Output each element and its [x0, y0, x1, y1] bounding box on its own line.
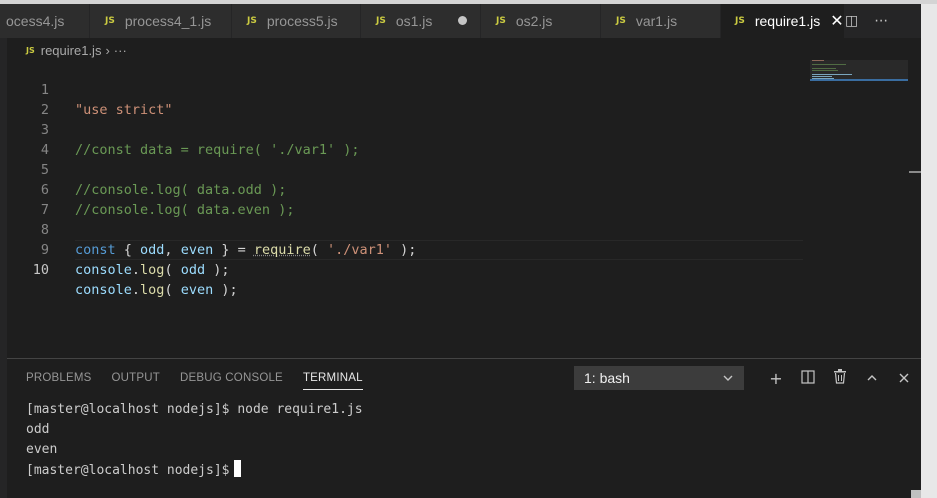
token-function: log	[140, 262, 165, 278]
terminal-line: odd	[26, 422, 50, 437]
code-line-2[interactable]: 2	[7, 80, 807, 118]
panel-tabs: PROBLEMS OUTPUT DEBUG CONSOLE TERMINAL	[26, 368, 363, 390]
tab-os1[interactable]: JS os1.js	[361, 4, 481, 38]
token-punct: .	[131, 282, 141, 298]
tab-terminal[interactable]: TERMINAL	[302, 368, 363, 390]
javascript-file-icon: JS	[26, 45, 35, 55]
breadcrumb-file[interactable]: require1.js	[41, 43, 102, 58]
unsaved-dot-icon[interactable]	[458, 16, 467, 25]
code-line-6[interactable]: 6 //console.log( data.even );	[7, 160, 807, 218]
minimap-viewport-edge	[810, 79, 908, 81]
editor-actions: ◫ ⋯	[845, 4, 888, 38]
window-corner	[911, 490, 921, 498]
tab-process5[interactable]: JS process5.js	[232, 4, 361, 38]
tab-label: process5.js	[266, 13, 338, 29]
tab-label: var1.js	[635, 13, 678, 29]
code-text: console.log( even );	[75, 280, 238, 300]
minimap-line	[812, 60, 824, 61]
terminal-prompt-line: [master@localhost nodejs]$	[26, 460, 363, 480]
terminal-cursor	[233, 460, 241, 477]
code-line-4[interactable]: 4	[7, 120, 807, 158]
window-right-edge	[921, 4, 937, 498]
token-object: console	[75, 282, 132, 298]
tab-label: process4_1.js	[124, 13, 212, 29]
tab-debug-console[interactable]: DEBUG CONSOLE	[180, 368, 283, 390]
more-actions-icon[interactable]: ⋯	[874, 13, 888, 29]
close-panel-icon[interactable]	[888, 369, 920, 388]
terminal-prompt: [master@localhost nodejs]$	[26, 463, 230, 478]
code-line-5[interactable]: 5 //console.log( data.odd );	[7, 140, 807, 198]
tab-os2[interactable]: JS os2.js	[481, 4, 601, 38]
tab-process4-1[interactable]: JS process4_1.js	[90, 4, 232, 38]
terminal-line: [master@localhost nodejs]$ node require1…	[26, 402, 363, 417]
terminal-select-value: 1: bash	[584, 370, 630, 386]
breadcrumb-symbols[interactable]: ···	[114, 43, 127, 58]
token-punct: );	[213, 282, 238, 298]
code-line-10[interactable]: 10 console.log( even );	[7, 240, 807, 298]
editor-tab-bar: ocess4.js JS process4_1.js JS process5.j…	[0, 4, 921, 38]
panel-sash[interactable]	[7, 358, 921, 359]
token-punct: );	[205, 262, 230, 278]
panel-actions: +	[760, 366, 920, 390]
tab-label: ocess4.js	[6, 13, 65, 29]
tab-var1[interactable]: JS var1.js	[601, 4, 721, 38]
minimap-line	[812, 74, 852, 75]
split-terminal-icon[interactable]	[792, 369, 824, 388]
tab-problems[interactable]: PROBLEMS	[26, 368, 92, 390]
javascript-file-icon: JS	[735, 16, 745, 26]
tab-process4[interactable]: ocess4.js	[0, 4, 90, 38]
tab-require1[interactable]: JS require1.js ✕	[721, 4, 845, 38]
token-punct: (	[164, 262, 181, 278]
javascript-file-icon: JS	[376, 16, 386, 26]
split-editor-icon[interactable]: ◫	[845, 13, 858, 29]
token-variable: even	[180, 282, 214, 298]
javascript-file-icon: JS	[616, 16, 626, 26]
code-editor[interactable]: 1 "use strict" 2 3 //const data = requir…	[7, 60, 921, 344]
minimap-line	[812, 70, 838, 71]
line-number: 10	[32, 262, 49, 278]
code-line-1[interactable]: 1 "use strict"	[7, 60, 807, 118]
code-line-7[interactable]: 7	[7, 180, 807, 218]
code-line-9[interactable]: 9 console.log( odd );	[7, 220, 807, 278]
trash-icon[interactable]	[824, 368, 856, 388]
tab-label: require1.js	[754, 13, 821, 29]
minimap-line	[812, 64, 846, 65]
token-object: console	[75, 262, 132, 278]
chevron-right-icon: ›	[105, 42, 110, 58]
javascript-file-icon: JS	[496, 16, 506, 26]
token-punct: .	[131, 262, 141, 278]
code-line-8[interactable]: 8 const { odd, even } = require( './var1…	[7, 200, 807, 258]
maximize-panel-icon[interactable]	[856, 369, 888, 388]
javascript-file-icon: JS	[247, 16, 257, 26]
close-tab-icon[interactable]: ✕	[830, 11, 843, 31]
token-punct: (	[164, 282, 181, 298]
tab-label: os2.js	[515, 13, 553, 29]
code-text: console.log( odd );	[75, 260, 229, 280]
code-line-3[interactable]: 3 //const data = require( './var1' );	[7, 100, 807, 158]
minimap-line	[812, 76, 832, 77]
terminal-select[interactable]: 1: bash	[574, 366, 744, 390]
new-terminal-icon[interactable]: +	[760, 369, 792, 388]
tab-label: os1.js	[395, 13, 433, 29]
scrollbar-cursor-marker	[909, 171, 921, 173]
token-function: log	[140, 282, 165, 298]
chevron-down-icon	[722, 370, 734, 389]
token-variable: odd	[180, 262, 206, 278]
terminal-output[interactable]: [master@localhost nodejs]$ node require1…	[26, 400, 363, 480]
window-left-edge	[0, 38, 7, 498]
javascript-file-icon: JS	[105, 16, 115, 26]
tab-output[interactable]: OUTPUT	[112, 368, 160, 390]
breadcrumb[interactable]: JS require1.js › ···	[26, 41, 127, 59]
minimap-line	[812, 68, 836, 69]
terminal-line: even	[26, 442, 58, 457]
